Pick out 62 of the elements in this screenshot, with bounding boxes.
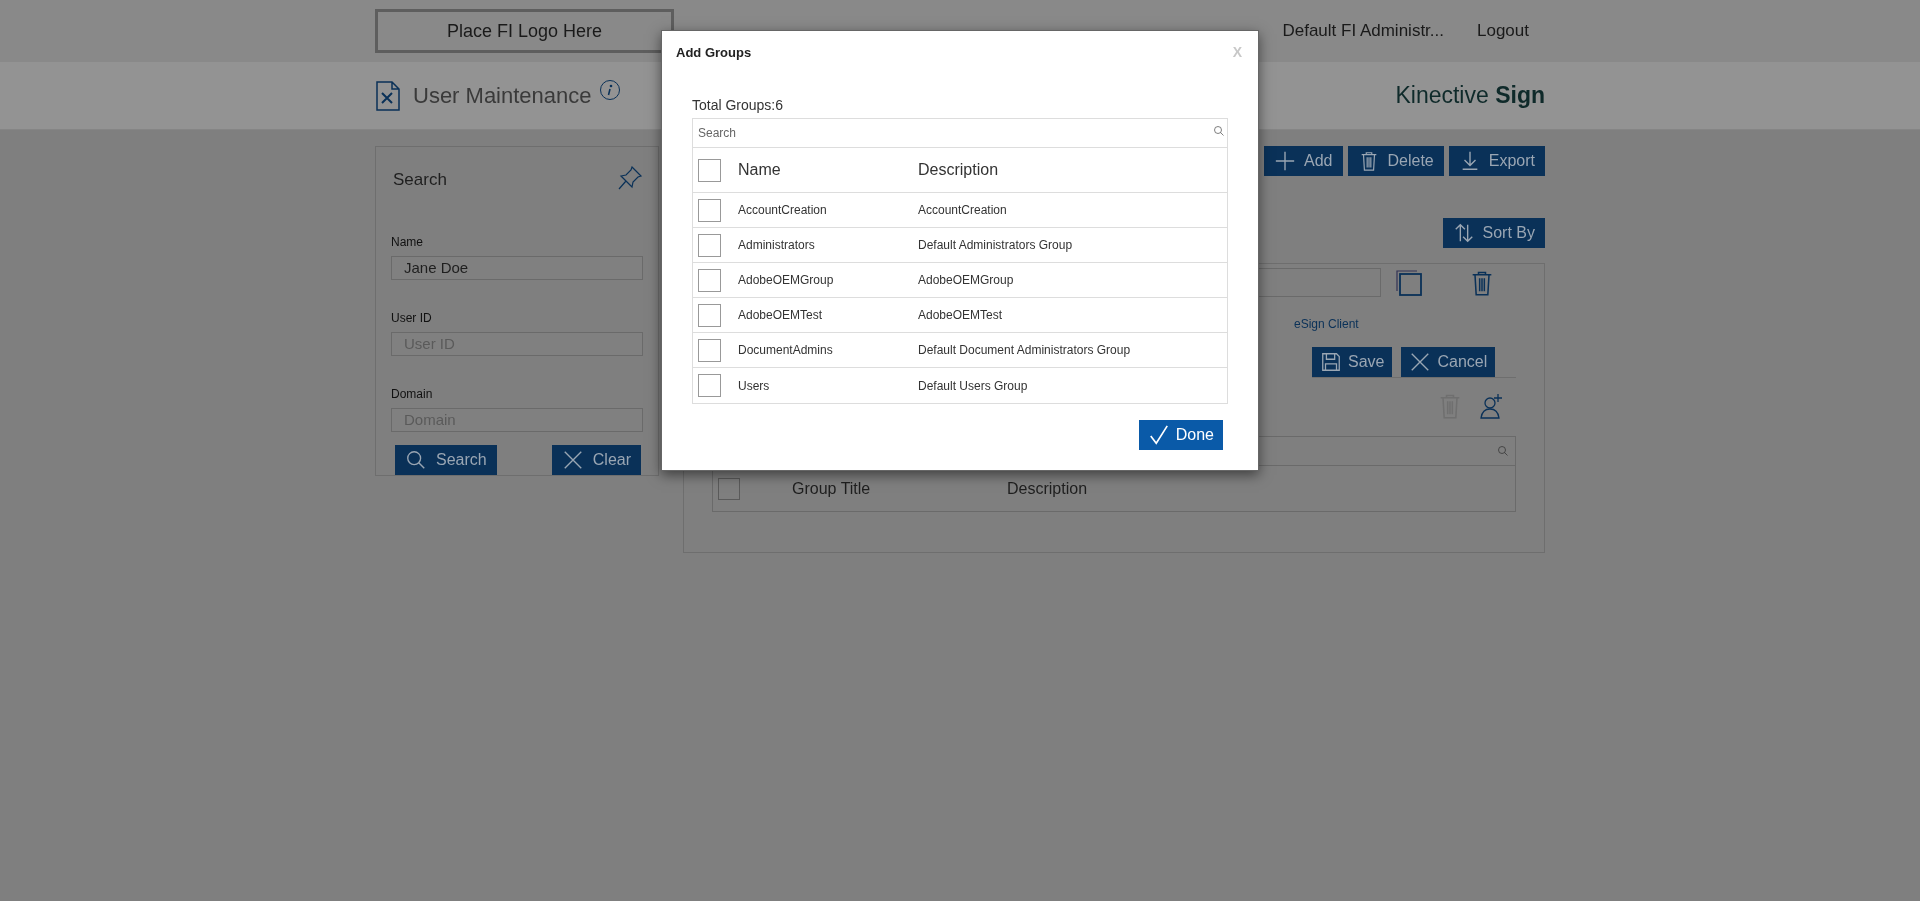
done-button[interactable]: Done — [1138, 420, 1223, 450]
checkbox[interactable] — [698, 158, 721, 182]
table-cell-text: Users — [738, 377, 771, 395]
checkbox[interactable] — [698, 338, 721, 362]
table-row[interactable]: AdobeOEMGroup AdobeOEMGroup — [693, 263, 1227, 298]
table-row[interactable]: Users Default Users Group — [693, 368, 1227, 403]
brand-logo: Kinective Sign — [1395, 81, 1545, 111]
page-title: User Maintenance — [413, 82, 592, 110]
field-label: Domain — [391, 385, 434, 403]
input-field[interactable]: Jane Doe — [391, 255, 643, 280]
table-cell-text: AccountCreation — [918, 202, 1007, 219]
table-cell-text: Default Users Group — [918, 377, 1028, 395]
pin-icon[interactable] — [617, 165, 643, 191]
checkbox[interactable] — [698, 374, 721, 397]
table-cell-text: AdobeOEMGroup — [738, 272, 835, 289]
checkbox[interactable] — [718, 477, 740, 500]
table-row[interactable]: Administrators Default Administrators Group — [693, 228, 1227, 263]
save-icon — [1320, 351, 1342, 373]
sort-button[interactable]: Sort By — [1442, 218, 1545, 248]
search-icon — [1497, 445, 1509, 457]
cancel-button[interactable]: Cancel — [1401, 347, 1496, 377]
clear-button[interactable]: Clear — [551, 445, 641, 475]
table-cell-text: DocumentAdmins — [738, 342, 834, 359]
search-field[interactable]: Search — [692, 118, 1228, 148]
table-row[interactable]: AdobeOEMTest AdobeOEMTest — [693, 298, 1227, 333]
table-cell-text: Default Document Administrators Group — [918, 342, 1131, 359]
table-cell-text: AdobeOEMTest — [738, 307, 824, 324]
search-icon — [1213, 125, 1225, 137]
table-cell-text: Administrators — [738, 237, 816, 254]
panel-title: Search — [392, 169, 447, 191]
dialog-title: Add Groups — [676, 43, 752, 62]
nav-link[interactable]: Default FI Administr... — [1282, 18, 1444, 44]
search-button[interactable]: Search — [395, 445, 497, 475]
column-header: Name — [738, 160, 782, 180]
plus-icon — [1274, 150, 1297, 172]
table-row[interactable]: AccountCreation AccountCreation — [693, 193, 1227, 228]
save-button[interactable]: Save — [1312, 347, 1393, 377]
table-cell-text: AdobeOEMGroup — [918, 272, 1014, 289]
toolbar-button[interactable]: Export — [1448, 146, 1545, 176]
copy-icon[interactable] — [1395, 268, 1423, 297]
toolbar-button[interactable]: Add — [1264, 146, 1343, 176]
checkbox[interactable] — [698, 268, 721, 292]
table-cell-text: AccountCreation — [738, 202, 828, 219]
column-header: Description — [1007, 478, 1088, 499]
document-icon — [375, 80, 401, 111]
column-header: Group Title — [792, 478, 872, 499]
nav-link[interactable]: Logout — [1477, 18, 1529, 44]
checkbox[interactable] — [698, 233, 721, 257]
field-label: User ID — [391, 309, 433, 327]
total-count: Total Groups:6 — [692, 96, 785, 115]
checkbox[interactable] — [698, 303, 721, 327]
table-cell-text: AdobeOEMTest — [918, 307, 1003, 324]
toolbar-button[interactable]: Delete — [1347, 146, 1444, 176]
table-cell-text: Default Administrators Group — [918, 237, 1073, 254]
field-label: Name — [391, 233, 424, 251]
esign-client-link[interactable]: eSign Client — [1294, 315, 1359, 333]
check-icon — [1147, 424, 1170, 446]
column-header: Description — [918, 160, 999, 180]
search-icon — [405, 449, 427, 471]
checkbox[interactable] — [698, 198, 721, 222]
table-row[interactable]: DocumentAdmins Default Document Administrators Group — [693, 333, 1227, 368]
logo-text: Place FI Logo Here — [446, 19, 603, 43]
